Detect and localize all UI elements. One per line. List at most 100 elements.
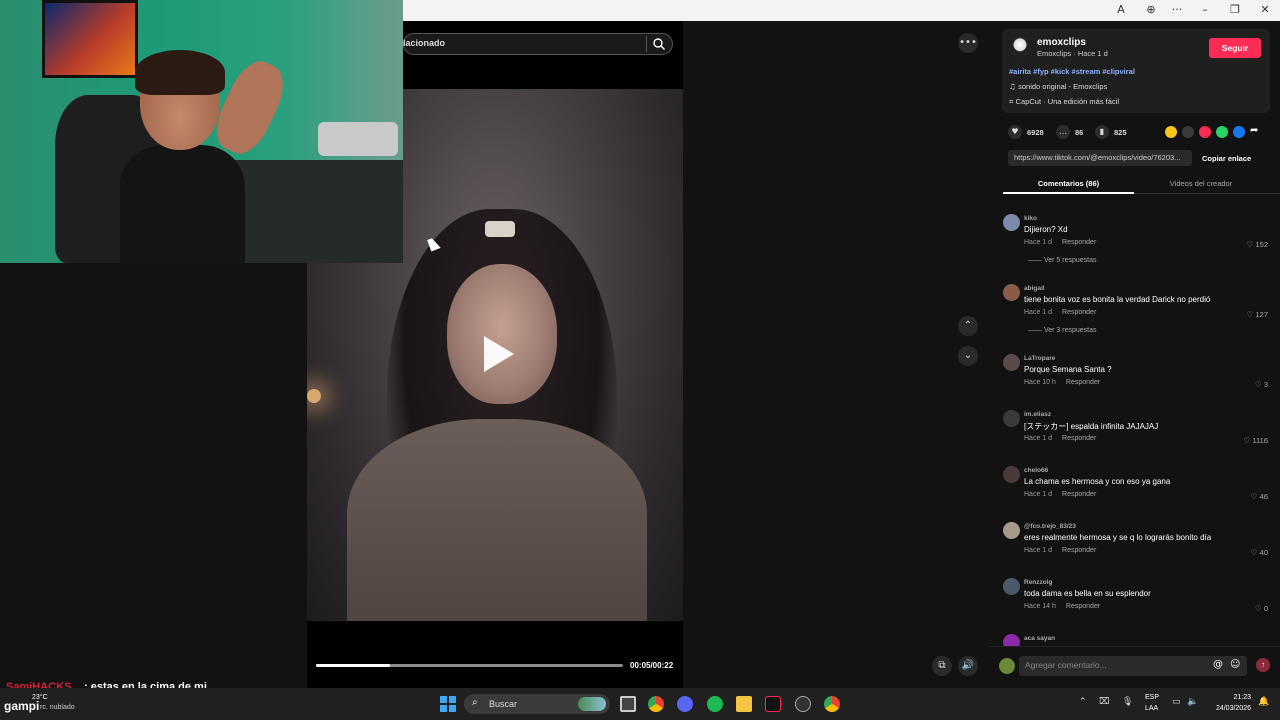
- minimize-button[interactable]: –: [1197, 3, 1213, 17]
- more-icon[interactable]: •••: [958, 33, 978, 53]
- restore-button[interactable]: ❐: [1227, 3, 1243, 17]
- comment-likes-count: 0: [1263, 604, 1268, 613]
- emoji-share-icon[interactable]: [1165, 126, 1177, 138]
- taskbar-search-label[interactable]: Buscar: [489, 699, 517, 709]
- speaker-icon[interactable]: 🔈: [1187, 697, 1198, 707]
- video-subject-face: [447, 264, 557, 404]
- reply-button[interactable]: Responder: [1062, 239, 1096, 246]
- comment-meta: Hace 1 d Responder: [1024, 547, 1096, 554]
- microphone-icon[interactable]: 🎙: [1122, 697, 1133, 707]
- view-replies-button[interactable]: —— Ver 3 respuestas: [1028, 327, 1096, 334]
- comment-avatar[interactable]: [1003, 354, 1020, 371]
- obs-icon[interactable]: [795, 696, 811, 712]
- spotify-icon[interactable]: [707, 696, 723, 712]
- comment-avatar[interactable]: [1003, 284, 1020, 301]
- chevron-down-icon[interactable]: ⌄: [958, 346, 978, 366]
- background-light: [307, 389, 321, 403]
- comment-likes[interactable]: ♡ 40: [1251, 548, 1268, 557]
- reply-button[interactable]: Responder: [1062, 491, 1096, 498]
- language-code[interactable]: ESP: [1145, 694, 1159, 701]
- comment-username[interactable]: chelo66: [1024, 467, 1048, 474]
- zoom-icon[interactable]: ⊕: [1143, 3, 1159, 17]
- notifications-icon[interactable]: 🔔: [1258, 697, 1269, 707]
- post-hashtags[interactable]: #airita #fyp #kick #stream #clipviral: [1009, 67, 1135, 76]
- comment-avatar[interactable]: [1003, 214, 1020, 231]
- comment-username[interactable]: @fco.trejo_83/23: [1024, 523, 1076, 530]
- creator-username[interactable]: emoxclips: [1037, 37, 1086, 48]
- reply-button[interactable]: Responder: [1066, 379, 1100, 386]
- more-options-icon[interactable]: ···: [1169, 3, 1185, 17]
- emoji-icon[interactable]: ☺: [1230, 659, 1240, 670]
- video-link-field[interactable]: https://www.tiktok.com/@emoxclips/video/…: [1008, 150, 1192, 166]
- reply-button[interactable]: Responder: [1062, 309, 1096, 316]
- creator-avatar[interactable]: [1009, 36, 1031, 58]
- task-view-icon[interactable]: [620, 696, 636, 712]
- video-progress-bar[interactable]: [316, 664, 623, 667]
- whatsapp-icon[interactable]: [1216, 126, 1228, 138]
- heart-icon[interactable]: ♥: [1008, 125, 1022, 139]
- send-icon[interactable]: [1199, 126, 1211, 138]
- bookmark-icon[interactable]: ▮: [1095, 125, 1109, 139]
- mention-icon[interactable]: @: [1213, 659, 1223, 670]
- follow-button[interactable]: Seguir: [1209, 38, 1261, 58]
- comment-username[interactable]: im.eliasz: [1024, 411, 1051, 418]
- close-button[interactable]: ✕: [1257, 3, 1273, 17]
- tab-comments[interactable]: Comentarios (86): [1003, 179, 1134, 188]
- comment-likes[interactable]: ♡ 1116: [1243, 436, 1268, 445]
- post-sound[interactable]: ♫ sonido original - Emoxclips: [1009, 82, 1107, 91]
- comment-username[interactable]: Renzzolg: [1024, 579, 1053, 586]
- comment-time: Hace 10 h: [1024, 379, 1056, 386]
- weather-temperature[interactable]: 23°C: [32, 694, 48, 701]
- display-icon[interactable]: ▭: [1172, 697, 1181, 707]
- search-input[interactable]: lacionado: [403, 38, 445, 48]
- tiktok-icon[interactable]: [765, 696, 781, 712]
- comment-text: [ステッカー] espalda infinita JAJAJAJ: [1024, 422, 1159, 431]
- comment-likes[interactable]: ♡ 3: [1255, 380, 1268, 389]
- comment-likes[interactable]: ♡ 0: [1255, 604, 1268, 613]
- chrome-icon-2[interactable]: [824, 696, 840, 712]
- post-comment-icon[interactable]: ↑: [1256, 658, 1270, 672]
- tab-creator-videos[interactable]: Videos del creador: [1134, 179, 1268, 188]
- view-replies-button[interactable]: —— Ver 5 respuestas: [1028, 257, 1096, 264]
- reply-button[interactable]: Responder: [1062, 547, 1096, 554]
- facebook-icon[interactable]: [1233, 126, 1245, 138]
- comment-username[interactable]: aca sayan: [1024, 635, 1055, 642]
- comment-avatar[interactable]: [1003, 410, 1020, 427]
- comment-username[interactable]: LaTropare: [1024, 355, 1055, 362]
- play-icon[interactable]: [480, 336, 516, 372]
- reply-button[interactable]: Responder: [1066, 603, 1100, 610]
- comment-meta: Hace 1 d Responder: [1024, 239, 1096, 246]
- comment-username[interactable]: abigail: [1024, 285, 1045, 292]
- comment-icon[interactable]: …: [1056, 125, 1070, 139]
- comment-likes[interactable]: ♡ 152: [1246, 240, 1268, 249]
- copy-link-button[interactable]: Copiar enlace: [1202, 154, 1251, 163]
- translate-icon[interactable]: A: [1113, 3, 1129, 17]
- search-highlight-icon[interactable]: [578, 697, 606, 711]
- clock-date[interactable]: 24/03/2026: [1206, 705, 1251, 712]
- chrome-icon[interactable]: [648, 696, 664, 712]
- capcut-label: CapCut · Una edición más fácil: [1015, 97, 1119, 106]
- clock-time[interactable]: 21:23: [1213, 694, 1251, 701]
- comment-avatar[interactable]: [1003, 522, 1020, 539]
- embed-icon[interactable]: [1182, 126, 1194, 138]
- fullscreen-icon[interactable]: ⧉: [932, 656, 952, 676]
- comment-username[interactable]: kiko: [1024, 215, 1037, 222]
- comment-likes[interactable]: ♡ 46: [1251, 492, 1268, 501]
- capcut-link[interactable]: ⌗ CapCut · Una edición más fácil: [1009, 97, 1119, 107]
- comment-meta: Hace 1 d Responder: [1024, 309, 1096, 316]
- comment-avatar[interactable]: [1003, 578, 1020, 595]
- keyboard-layout[interactable]: LAA: [1145, 705, 1158, 712]
- file-explorer-icon[interactable]: [736, 696, 752, 712]
- weather-description[interactable]: rc. nublado: [40, 704, 75, 711]
- search-icon[interactable]: [652, 37, 666, 51]
- tray-chevron-icon[interactable]: ⌃: [1079, 697, 1087, 707]
- share-arrow-icon[interactable]: ➦: [1250, 125, 1258, 136]
- reply-button[interactable]: Responder: [1062, 435, 1096, 442]
- network-icon[interactable]: ⌧: [1099, 697, 1109, 707]
- discord-icon[interactable]: [677, 696, 693, 712]
- windows-start-icon[interactable]: [440, 696, 456, 712]
- chevron-up-icon[interactable]: ⌃: [958, 316, 978, 336]
- comment-avatar[interactable]: [1003, 466, 1020, 483]
- volume-icon[interactable]: 🔊: [958, 656, 978, 676]
- comment-likes[interactable]: ♡ 127: [1246, 310, 1268, 319]
